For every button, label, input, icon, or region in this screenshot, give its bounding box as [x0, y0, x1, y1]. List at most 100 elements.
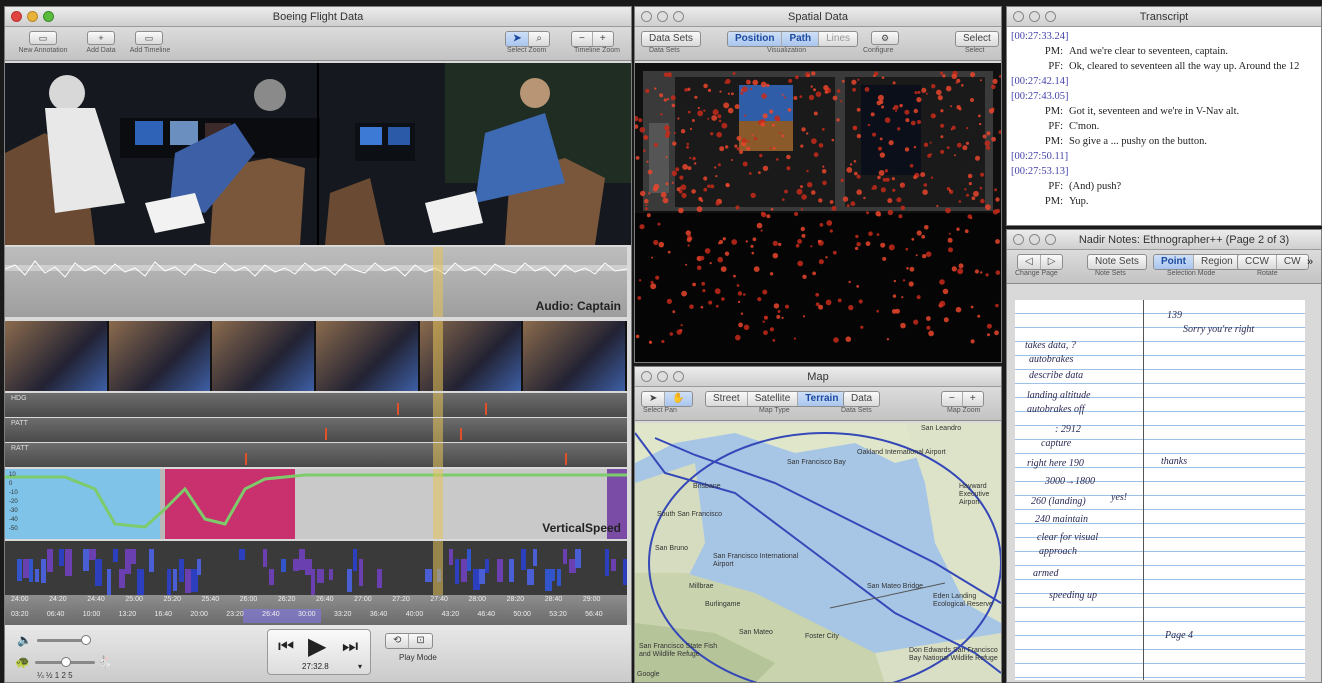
annotation-event[interactable]	[191, 569, 198, 592]
zoom-icon[interactable]	[673, 11, 684, 22]
add-data-button[interactable]: +	[87, 31, 115, 45]
annotation-event[interactable]	[83, 549, 89, 571]
annotation-event[interactable]	[497, 559, 503, 582]
video-thumbnails[interactable]	[5, 321, 627, 391]
transcript-line[interactable]: PM: Got it, seventeen and we're in V-Nav …	[1011, 104, 1321, 119]
annotation-event[interactable]	[551, 569, 555, 581]
annotation-events-track[interactable]	[5, 541, 627, 595]
minimize-icon[interactable]	[657, 11, 668, 22]
transcript-body[interactable]: [00:27:33.24] PM: And we're clear to seven…	[1011, 29, 1321, 225]
magnifier-icon[interactable]: ⌕	[529, 32, 549, 46]
annotation-event[interactable]	[35, 569, 39, 582]
annotation-event[interactable]	[149, 549, 154, 572]
select-pan-control[interactable]: ➤ ✋	[641, 391, 693, 407]
spatial-canvas[interactable]	[635, 63, 1001, 362]
street-option[interactable]: Street	[706, 392, 748, 406]
add-timeline-button[interactable]: ▭	[135, 31, 163, 45]
volume-slider[interactable]	[37, 635, 91, 645]
zoom-in-icon[interactable]: +	[963, 392, 983, 406]
minimize-icon[interactable]	[657, 371, 668, 382]
annotation-event[interactable]	[311, 569, 315, 595]
step-back-icon[interactable]: ⏮	[278, 636, 294, 657]
annotation-event[interactable]	[131, 549, 136, 564]
minimize-icon[interactable]	[27, 11, 38, 22]
annotation-event[interactable]	[347, 569, 352, 592]
playhead-video[interactable]	[433, 321, 443, 391]
map-canvas[interactable]: Oakland International Airport San Francis…	[635, 423, 1001, 682]
annotation-event[interactable]	[305, 559, 312, 575]
range-icon[interactable]: ⊡	[409, 634, 431, 648]
annotation-event[interactable]	[269, 569, 274, 585]
play-mode-control[interactable]: ⟲ ⊡	[385, 633, 433, 649]
hdg-track[interactable]: HDG	[5, 393, 627, 417]
cw-option[interactable]: CW	[1277, 255, 1308, 269]
page-forward-icon[interactable]: ▷	[1041, 255, 1063, 269]
point-option[interactable]: Point	[1154, 255, 1194, 269]
timeline-zoom-control[interactable]: − +	[571, 31, 614, 47]
annotation-event[interactable]	[299, 549, 305, 570]
annotation-event[interactable]	[107, 569, 111, 595]
annotation-event[interactable]	[17, 559, 22, 581]
change-page-control[interactable]: ◁ ▷	[1017, 254, 1064, 270]
hand-icon[interactable]: ✋	[665, 392, 692, 406]
loop-icon[interactable]: ⟲	[386, 634, 410, 648]
transcript-line[interactable]: PF: (And) push?	[1011, 179, 1321, 194]
annotation-event[interactable]	[197, 559, 201, 575]
annotation-event[interactable]	[329, 569, 333, 580]
annotation-event[interactable]	[611, 559, 616, 571]
annotation-event[interactable]	[449, 549, 453, 565]
annotation-event[interactable]	[533, 549, 537, 566]
annotation-event[interactable]	[125, 549, 131, 574]
step-forward-icon[interactable]: ⏭	[342, 636, 358, 657]
annotation-event[interactable]	[425, 569, 432, 582]
annotation-event[interactable]	[185, 569, 191, 593]
timestamp[interactable]: [00:27:53.13]	[1011, 164, 1321, 179]
annotation-event[interactable]	[41, 559, 46, 583]
annotation-event[interactable]	[95, 559, 102, 586]
annotation-event[interactable]	[137, 569, 144, 595]
lines-option[interactable]: Lines	[819, 32, 857, 46]
annotation-event[interactable]	[179, 559, 184, 582]
annotation-event[interactable]	[461, 559, 467, 582]
position-option[interactable]: Position	[728, 32, 783, 46]
close-icon[interactable]	[641, 371, 652, 382]
data-sets-button[interactable]: Data Sets	[641, 31, 701, 47]
rabbit-icon[interactable]: 🐇	[97, 655, 112, 669]
cockpit-video[interactable]	[5, 63, 631, 245]
transcript-line[interactable]: [00:27:43.05]	[1011, 89, 1321, 104]
annotation-event[interactable]	[263, 549, 267, 567]
annotation-event[interactable]	[605, 549, 609, 576]
annotation-event[interactable]	[167, 569, 171, 595]
playhead-patt[interactable]	[433, 418, 443, 442]
zoom-in-icon[interactable]: +	[593, 32, 613, 46]
close-icon[interactable]	[1013, 234, 1024, 245]
close-icon[interactable]	[11, 11, 22, 22]
notepad-page[interactable]: 139 Sorry you're right takes data, ? autobr…	[1015, 300, 1305, 680]
transcript-line[interactable]: [00:27:53.13]	[1011, 164, 1321, 179]
selection-mode-control[interactable]: Point Region	[1153, 254, 1241, 270]
note-sets-button[interactable]: Note Sets	[1087, 254, 1147, 270]
transcript-line[interactable]: PM: Yup.	[1011, 194, 1321, 209]
transcript-line[interactable]: PF: C'mon.	[1011, 119, 1321, 134]
map-zoom-control[interactable]: − +	[941, 391, 984, 407]
map-type-control[interactable]: Street Satellite Terrain	[705, 391, 847, 407]
annotation-event[interactable]	[569, 559, 576, 573]
annotation-event[interactable]	[485, 559, 489, 573]
annotation-event[interactable]	[317, 569, 324, 583]
transcript-line[interactable]: PM: So give a ... pushy on the button.	[1011, 134, 1321, 149]
annotation-event[interactable]	[521, 549, 526, 570]
annotation-event[interactable]	[59, 549, 64, 566]
timeline-ruler[interactable]: 24:00 24:20 24:40 25:00 25:20 25:40 26:00 26:20…	[5, 595, 627, 625]
select-button[interactable]: Select	[955, 31, 999, 47]
annotation-event[interactable]	[563, 549, 567, 564]
annotation-event[interactable]	[29, 559, 33, 582]
play-icon[interactable]: ▶	[308, 632, 326, 661]
close-icon[interactable]	[1013, 11, 1024, 22]
annotation-event[interactable]	[377, 569, 382, 588]
annotation-event[interactable]	[467, 549, 471, 571]
annotation-event[interactable]	[509, 559, 514, 582]
minimize-icon[interactable]	[1029, 11, 1040, 22]
annotation-event[interactable]	[623, 559, 627, 585]
terrain-option[interactable]: Terrain	[798, 392, 846, 406]
ccw-option[interactable]: CCW	[1238, 255, 1277, 269]
